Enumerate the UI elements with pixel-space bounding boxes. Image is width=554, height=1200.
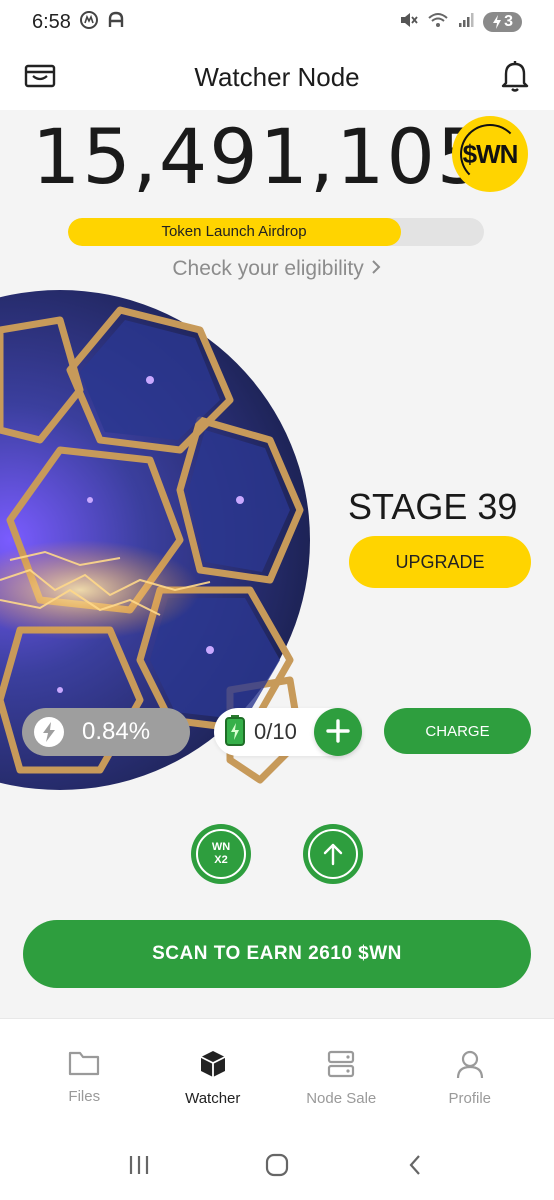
add-battery-button[interactable] (314, 708, 362, 756)
chevron-right-icon (370, 257, 382, 280)
wn-coin-badge: $WN (452, 116, 528, 192)
app-header: Watcher Node (0, 44, 554, 110)
recent-apps-icon[interactable] (119, 1145, 159, 1185)
plus-icon (325, 718, 351, 747)
upgrade-button[interactable]: UPGRADE (349, 536, 531, 588)
system-navigation-bar (0, 1130, 554, 1200)
stage-title: STAGE 39 (348, 486, 518, 527)
energy-value: 0.84% (82, 718, 151, 745)
energy-indicator: 0.84% (22, 708, 190, 756)
cube-icon (198, 1049, 228, 1084)
person-icon (455, 1049, 485, 1084)
nav-label-node-sale: Node Sale (306, 1090, 377, 1107)
nav-label-files: Files (68, 1088, 101, 1105)
nav-item-files[interactable]: Files (24, 1019, 144, 1130)
notification-icon (79, 10, 99, 35)
battery-level: 3 (504, 13, 513, 30)
status-time: 6:58 (32, 10, 71, 33)
boost-x2-button[interactable]: WN X2 (191, 824, 251, 884)
green-battery-icon (224, 714, 246, 751)
signal-icon (457, 11, 475, 34)
nav-label-profile: Profile (448, 1090, 492, 1107)
charge-button[interactable]: CHARGE (384, 708, 531, 754)
status-left: 6:58 (32, 10, 125, 35)
app-notification-icon (107, 11, 125, 34)
wifi-icon (427, 11, 449, 34)
nav-item-watcher[interactable]: Watcher (153, 1019, 273, 1130)
battery-indicator: 3 (483, 12, 522, 32)
check-eligibility-link[interactable]: Check your eligibility (0, 257, 554, 281)
back-icon[interactable] (395, 1145, 435, 1185)
home-icon[interactable] (257, 1145, 297, 1185)
upgrade-arrow-button[interactable] (303, 824, 363, 884)
page-title: Watcher Node (194, 61, 360, 92)
token-balance: 15,491,105 (32, 112, 488, 201)
nav-item-profile[interactable]: Profile (410, 1019, 530, 1130)
wallet-icon[interactable] (24, 62, 56, 90)
status-bar: 6:58 3 (0, 0, 554, 44)
arrow-up-icon (308, 829, 358, 879)
lightning-icon (34, 717, 64, 747)
scan-to-earn-button[interactable]: SCAN TO EARN 2610 $WN (23, 920, 531, 988)
battery-count: 0/10 (254, 719, 297, 744)
bottom-navigation: Files Watcher Node Sale Profile (0, 1018, 554, 1130)
boost-line2: X2 (214, 854, 228, 866)
airdrop-progress-bar: Token Launch Airdrop (68, 218, 484, 246)
server-icon (326, 1049, 356, 1084)
bell-icon[interactable] (500, 59, 530, 93)
token-symbol: $WN (462, 138, 519, 169)
boost-line1: WN (211, 841, 231, 853)
boost-badge: WN X2 (196, 829, 246, 879)
nav-item-node-sale[interactable]: Node Sale (281, 1019, 401, 1130)
nav-label-watcher: Watcher (185, 1090, 241, 1107)
folder-icon (68, 1049, 100, 1082)
eligibility-text: Check your eligibility (172, 257, 364, 280)
status-right: 3 (399, 11, 522, 34)
airdrop-label: Token Launch Airdrop (161, 223, 307, 240)
mute-icon (399, 11, 419, 34)
